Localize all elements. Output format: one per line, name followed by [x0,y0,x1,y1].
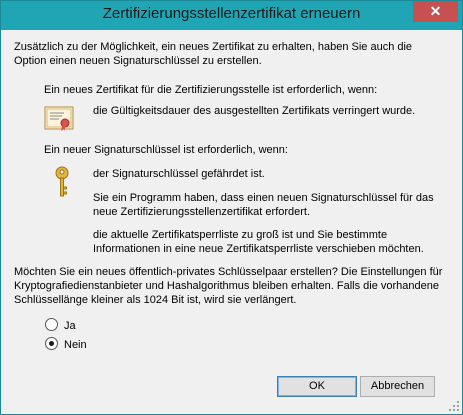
key-reason-crl: die aktuelle Zertifikatsperrliste zu gro… [93,229,424,255]
certificate-heading: Ein neues Zertifikat für die Zertifizier… [44,84,378,96]
resize-grip-icon[interactable] [448,400,460,412]
window-title: Zertifizierungsstellenzertifikat erneuer… [102,5,361,22]
certificate-icon [44,106,74,131]
option-ja-label: Ja [64,320,76,332]
radio-nein[interactable] [45,337,58,350]
renew-ca-certificate-dialog: Zertifizierungsstellenzertifikat erneuer… [0,0,463,415]
question-text: Möchten Sie ein neues öffentlich-private… [14,266,443,306]
ok-button[interactable]: OK [277,376,357,397]
key-icon [55,166,69,197]
dialog-content: Zusätzlich zu der Möglichkeit, ein neues… [8,30,455,408]
close-button[interactable]: ✕ [413,1,458,22]
intro-text: Zusätzlich zu der Möglichkeit, ein neues… [14,41,413,67]
radio-ja[interactable] [45,318,58,331]
option-nein-label: Nein [64,339,87,351]
option-nein[interactable]: Nein [45,337,87,351]
close-icon: ✕ [429,3,442,19]
cancel-button[interactable]: Abbrechen [360,376,435,397]
title-bar[interactable]: Zertifizierungsstellenzertifikat erneuer… [1,1,462,30]
option-ja[interactable]: Ja [45,318,76,332]
certificate-reason: die Gültigkeitsdauer des ausgestellten Z… [93,105,416,117]
key-reason-program: Sie ein Programm haben, dass einen neuen… [93,192,434,218]
key-reason-compromised: der Signaturschlüssel gefährdet ist. [93,168,265,180]
key-heading: Ein neuer Signaturschlüssel ist erforder… [44,144,288,156]
